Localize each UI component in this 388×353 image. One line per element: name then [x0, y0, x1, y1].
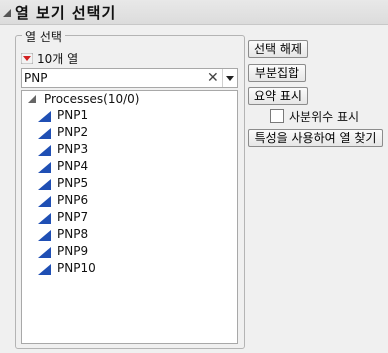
list-item-label: PNP7 [57, 210, 89, 224]
find-by-property-button[interactable]: 특성을 사용하여 열 찾기 [248, 129, 383, 147]
tree-group-label: Processes(10/0) [44, 92, 140, 106]
search-options-dropdown[interactable] [222, 69, 237, 87]
list-item[interactable]: PNP8 [38, 227, 218, 244]
continuous-column-icon [38, 162, 51, 173]
list-item[interactable]: PNP9 [38, 244, 218, 261]
search-input[interactable] [24, 70, 202, 85]
list-item-label: PNP5 [57, 176, 89, 190]
title-bar: 열 보기 선택기 [0, 0, 388, 25]
list-item[interactable]: PNP1 [38, 108, 218, 125]
search-box: ✕ [21, 68, 238, 88]
chevron-down-icon [226, 76, 234, 81]
list-item-label: PNP2 [57, 125, 89, 139]
list-item[interactable]: PNP7 [38, 210, 218, 227]
continuous-column-icon [38, 111, 51, 122]
list-item[interactable]: PNP3 [38, 142, 218, 159]
column-list[interactable]: Processes(10/0) PNP1 PNP2 PNP3 PNP4 PNP5… [21, 90, 238, 344]
list-item-label: PNP1 [57, 108, 89, 122]
list-item-label: PNP3 [57, 142, 89, 156]
continuous-column-icon [38, 230, 51, 241]
show-quartiles-checkbox[interactable] [270, 109, 284, 123]
close-icon[interactable]: ✕ [207, 69, 219, 87]
list-item[interactable]: PNP6 [38, 193, 218, 210]
continuous-column-icon [38, 247, 51, 258]
column-count-label: 10개 열 [37, 52, 79, 66]
list-item-label: PNP8 [57, 227, 89, 241]
group-label: 열 선택 [22, 28, 65, 45]
collapse-triangle-icon[interactable] [3, 9, 12, 18]
continuous-column-icon [38, 145, 51, 156]
list-item[interactable]: PNP10 [38, 261, 218, 278]
window-title: 열 보기 선택기 [15, 4, 117, 22]
list-item-label: PNP9 [57, 244, 89, 258]
show-quartiles-label: 사분위수 표시 [289, 110, 360, 124]
list-item[interactable]: PNP5 [38, 176, 218, 193]
show-summary-button[interactable]: 요약 표시 [248, 87, 308, 105]
list-item-label: PNP6 [57, 193, 89, 207]
continuous-column-icon [38, 128, 51, 139]
continuous-column-icon [38, 179, 51, 190]
red-triangle-menu-icon[interactable] [21, 53, 33, 64]
deselect-button[interactable]: 선택 해제 [248, 40, 308, 58]
continuous-column-icon [38, 196, 51, 207]
subset-button[interactable]: 부분집합 [248, 64, 306, 82]
list-item[interactable]: PNP4 [38, 159, 218, 176]
list-item-label: PNP10 [57, 261, 96, 275]
list-item-label: PNP4 [57, 159, 89, 173]
list-item[interactable]: PNP2 [38, 125, 218, 142]
expand-triangle-icon[interactable] [28, 95, 37, 104]
continuous-column-icon [38, 213, 51, 224]
continuous-column-icon [38, 264, 51, 275]
